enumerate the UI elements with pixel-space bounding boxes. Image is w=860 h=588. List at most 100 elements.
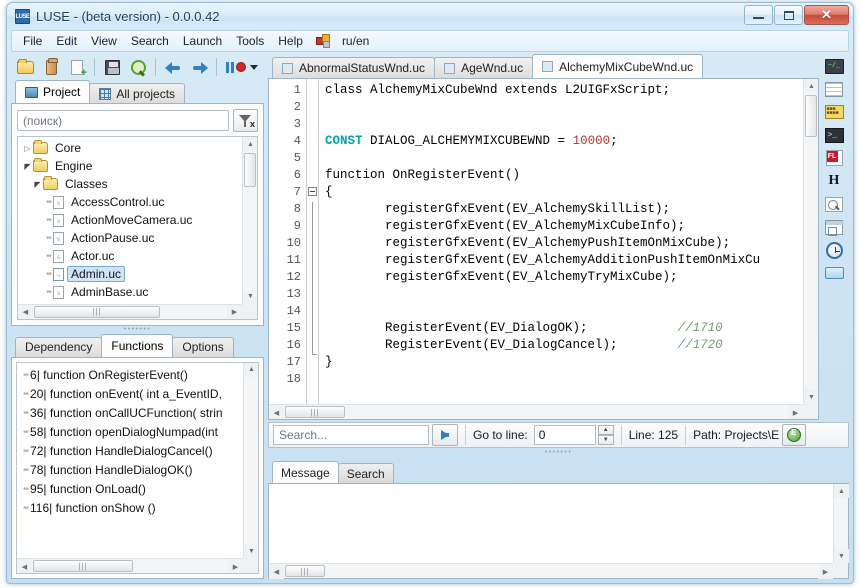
tab-project[interactable]: Project: [15, 80, 91, 103]
tree-item-core[interactable]: ▷ Core: [18, 139, 242, 157]
scroll-thumb[interactable]: [244, 153, 256, 187]
list-item[interactable]: •• 72| function HandleDialogCancel(): [23, 442, 243, 461]
menu-help[interactable]: Help: [271, 32, 310, 50]
editor-tab-alchemymixcubewnd[interactable]: AlchemyMixCubeWnd.uc: [532, 54, 704, 78]
scroll-up-icon[interactable]: ▲: [804, 79, 818, 93]
code-editor[interactable]: 1 2 3 4 5 6 7 8 9 10 11 12 13 14 15 16 1…: [268, 78, 819, 420]
menu-file[interactable]: File: [16, 32, 49, 50]
code-fold-column[interactable]: [307, 79, 319, 404]
tree-horizontal-scrollbar[interactable]: ◀ ||| ▶: [18, 303, 242, 319]
scroll-left-icon[interactable]: ◀: [269, 405, 284, 419]
tree-item-file[interactable]: •• s AdminBase.uc: [18, 283, 242, 301]
list-item[interactable]: •• 95| function OnLoad(): [23, 480, 243, 499]
scroll-thumb[interactable]: |||: [33, 560, 133, 572]
open-folder-button[interactable]: [13, 55, 37, 79]
tab-message[interactable]: Message: [272, 461, 339, 483]
scroll-thumb[interactable]: [805, 95, 817, 137]
delete-button[interactable]: [39, 55, 63, 79]
fold-collapse-icon[interactable]: [308, 187, 317, 196]
scroll-right-icon[interactable]: ▶: [788, 405, 803, 419]
chevron-down-icon[interactable]: ◤: [32, 180, 43, 189]
menu-tools[interactable]: Tools: [229, 32, 271, 50]
list-item[interactable]: •• 78| function HandleDialogOK(): [23, 461, 243, 480]
header-h-icon[interactable]: H: [823, 171, 845, 191]
menu-view[interactable]: View: [84, 32, 124, 50]
scroll-right-icon[interactable]: ▶: [228, 559, 243, 574]
scroll-thumb[interactable]: |||: [285, 406, 345, 418]
menu-edit[interactable]: Edit: [49, 32, 84, 50]
scroll-left-icon[interactable]: ◀: [269, 564, 284, 579]
tree-vertical-scrollbar[interactable]: ▲ ▼: [242, 137, 257, 304]
chevron-down-icon[interactable]: [250, 64, 258, 70]
menu-search[interactable]: Search: [124, 32, 176, 50]
console-output-icon[interactable]: ~/_: [823, 56, 845, 76]
save-button[interactable]: [100, 55, 124, 79]
minimize-button[interactable]: [744, 5, 773, 25]
language-switch-icon[interactable]: [315, 34, 331, 48]
tree-item-engine[interactable]: ◤ Engine: [18, 157, 242, 175]
tab-functions[interactable]: Functions: [101, 333, 174, 357]
chevron-down-icon[interactable]: ◤: [22, 162, 33, 171]
left-panel-splitter[interactable]: •••••••: [11, 326, 264, 334]
message-output-panel[interactable]: ▲ ▼ ◀ ||| ▶: [268, 483, 849, 579]
goto-line-input[interactable]: 0: [533, 425, 596, 445]
list-item[interactable]: •• 6| function OnRegisterEvent(): [23, 366, 243, 385]
encoding-button[interactable]: [782, 424, 807, 446]
search-input[interactable]: Search...: [273, 425, 429, 445]
menu-language-label[interactable]: ru/en: [335, 32, 376, 50]
new-file-button[interactable]: [65, 55, 89, 79]
tree-item-file[interactable]: •• s ActionPause.uc: [18, 229, 242, 247]
scroll-down-icon[interactable]: ▼: [804, 390, 818, 404]
goto-line-stepper[interactable]: ▲ ▼: [597, 425, 614, 445]
stepper-down-icon[interactable]: ▼: [597, 435, 614, 445]
editor-tab-agewnd[interactable]: AgeWnd.uc: [434, 57, 534, 78]
message-horizontal-scrollbar[interactable]: ◀ ||| ▶: [269, 563, 833, 579]
scroll-right-icon[interactable]: ▶: [818, 564, 833, 579]
scroll-left-icon[interactable]: ◀: [17, 559, 32, 574]
editor-tab-abnormalstatuswnd[interactable]: AbnormalStatusWnd.uc: [272, 57, 436, 78]
tab-all-projects[interactable]: All projects: [89, 83, 186, 103]
list-item[interactable]: •• 116| function onShow (): [23, 499, 243, 518]
flash-fl-icon[interactable]: [823, 148, 845, 168]
window-layout-icon[interactable]: [823, 217, 845, 237]
list-item[interactable]: •• 58| function openDialogNumpad(int: [23, 423, 243, 442]
find-button[interactable]: [126, 55, 150, 79]
stepper-up-icon[interactable]: ▲: [597, 425, 614, 435]
bottom-panel-splitter[interactable]: •••••••: [268, 448, 849, 456]
scroll-thumb[interactable]: |||: [285, 565, 325, 577]
tree-item-classes[interactable]: ◤ Classes: [18, 175, 242, 193]
timer-clock-icon[interactable]: [823, 240, 845, 260]
functions-horizontal-scrollbar[interactable]: ◀ ||| ▶: [17, 558, 243, 574]
scroll-down-icon[interactable]: ▼: [243, 289, 257, 304]
maximize-button[interactable]: [774, 5, 803, 25]
notes-icon[interactable]: ■■■ ■■■■: [823, 102, 845, 122]
code-vertical-scrollbar[interactable]: ▲ ▼: [803, 79, 818, 404]
undo-button[interactable]: [161, 55, 185, 79]
menu-launch[interactable]: Launch: [176, 32, 229, 50]
tab-dependency[interactable]: Dependency: [15, 336, 103, 357]
search-go-button[interactable]: [432, 424, 458, 446]
list-item[interactable]: •• 36| function onCallUCFunction( strin: [23, 404, 243, 423]
close-button[interactable]: ✕: [804, 5, 849, 25]
tree-item-file[interactable]: •• s ActionMoveCamera.uc: [18, 211, 242, 229]
functions-vertical-scrollbar[interactable]: ▲ ▼: [243, 362, 258, 558]
tab-search[interactable]: Search: [337, 463, 394, 483]
scroll-down-icon[interactable]: ▼: [244, 544, 258, 558]
project-search-input[interactable]: (поиск): [17, 110, 229, 131]
clear-filter-button[interactable]: x: [233, 109, 258, 132]
command-prompt-icon[interactable]: >_: [823, 125, 845, 145]
tree-item-file[interactable]: •• s Actor.uc: [18, 247, 242, 265]
scroll-down-icon[interactable]: ▼: [834, 549, 849, 563]
code-horizontal-scrollbar[interactable]: ◀ ||| ▶: [269, 404, 803, 419]
status-bar-icon[interactable]: [823, 263, 845, 283]
chevron-right-icon[interactable]: ▷: [22, 144, 33, 153]
tree-item-file[interactable]: •• s AccessControl.uc: [18, 193, 242, 211]
redo-button[interactable]: [187, 55, 211, 79]
preview-search-icon[interactable]: [823, 194, 845, 214]
table-view-icon[interactable]: [823, 79, 845, 99]
scroll-thumb[interactable]: |||: [34, 305, 160, 318]
tree-item-file-selected[interactable]: •• → Admin.uc: [18, 265, 242, 283]
scroll-up-icon[interactable]: ▲: [244, 362, 258, 377]
tab-options[interactable]: Options: [172, 336, 234, 357]
code-text[interactable]: class AlchemyMixCubeWnd extends L2UIGFxS…: [319, 79, 803, 404]
